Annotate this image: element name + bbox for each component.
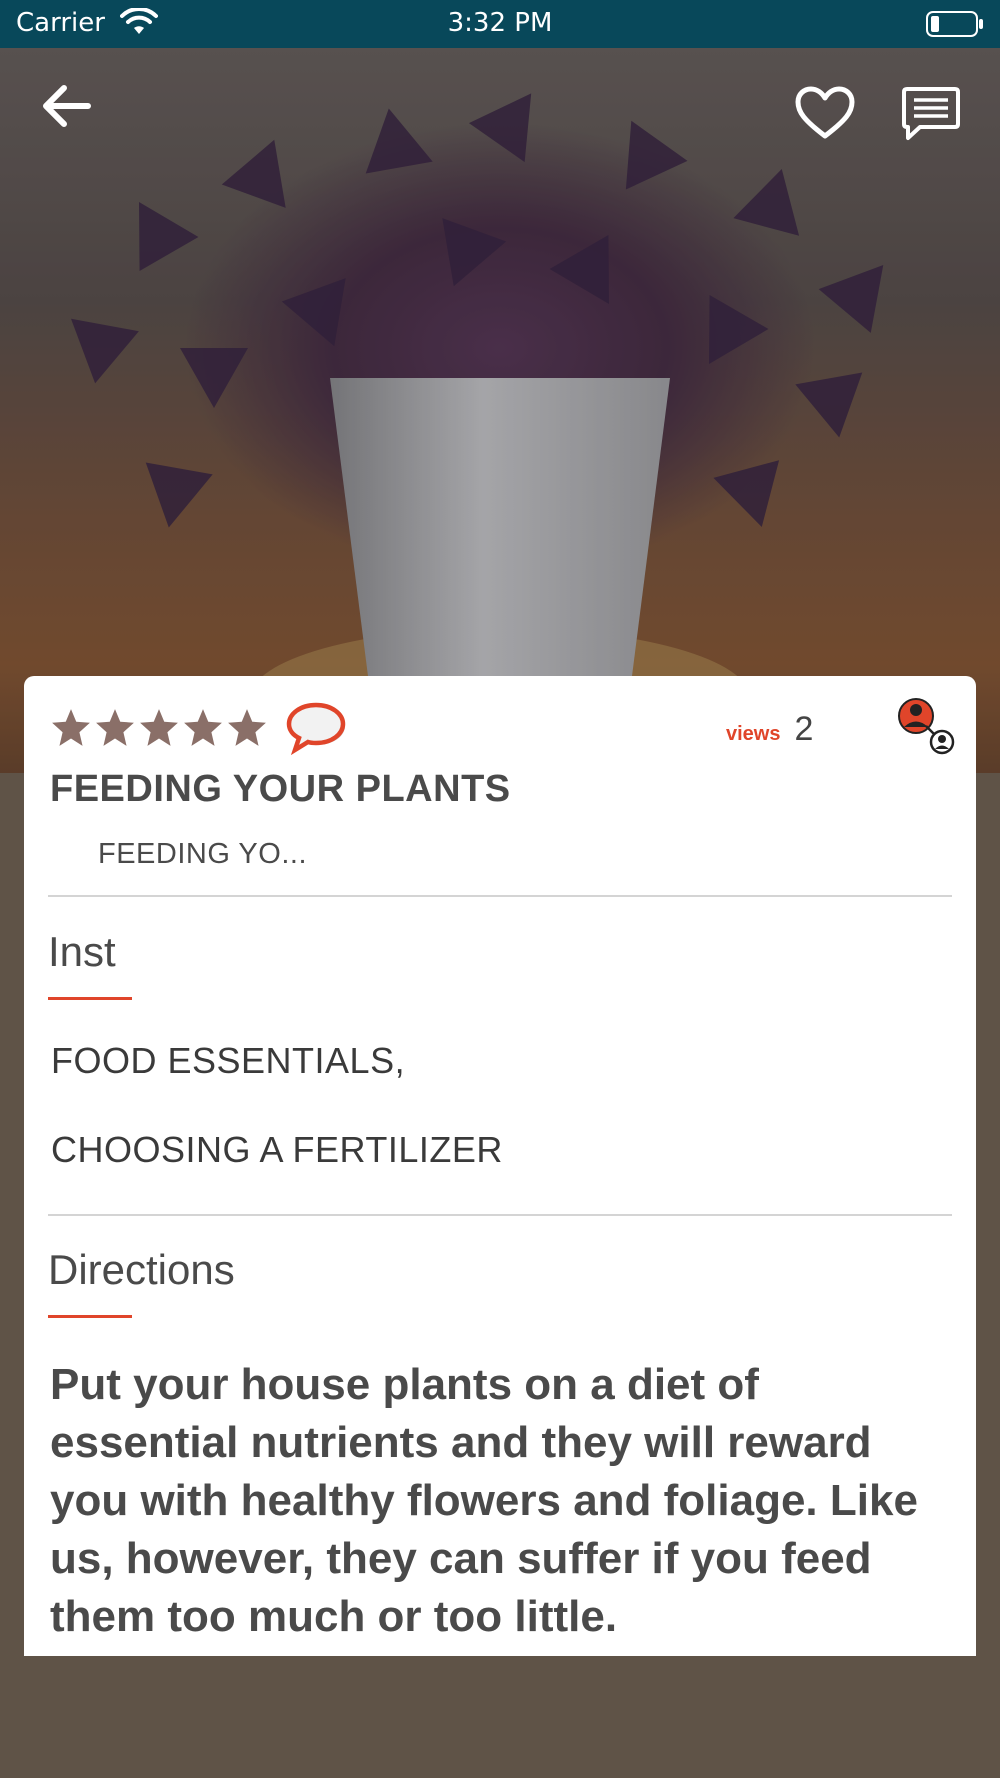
arrow-left-icon <box>43 85 91 127</box>
chat-button[interactable] <box>900 86 962 147</box>
rating[interactable] <box>50 698 348 758</box>
inst-heading: Inst <box>48 928 116 975</box>
recipe-title: FEEDING YOUR PLANTS <box>50 768 511 810</box>
recipe-card: views 2 FEEDING YOUR PLANTS FEEDING YO..… <box>24 676 976 1656</box>
star-icon[interactable] <box>182 707 224 749</box>
views-label: views <box>726 723 781 745</box>
star-icon[interactable] <box>138 707 180 749</box>
message-icon <box>902 87 960 140</box>
accent-underline <box>48 997 132 1000</box>
divider <box>48 1214 952 1216</box>
directions-text: Put your house plants on a diet of essen… <box>50 1360 918 1641</box>
inst-item: CHOOSING A FERTILIZER <box>51 1129 503 1170</box>
battery-icon <box>926 11 984 44</box>
speech-bubble-icon[interactable] <box>284 700 348 756</box>
clock: 3:32 PM <box>447 8 553 38</box>
hero-image <box>0 48 1000 773</box>
star-icon[interactable] <box>226 707 268 749</box>
directions-heading: Directions <box>48 1246 235 1293</box>
back-button[interactable] <box>38 82 92 135</box>
views-count: 2 <box>794 710 814 748</box>
heart-icon <box>795 86 855 139</box>
favorite-button[interactable] <box>794 86 856 145</box>
star-icon[interactable] <box>50 707 92 749</box>
users-icon[interactable] <box>890 696 956 758</box>
accent-underline <box>48 1315 132 1318</box>
status-bar: Carrier 3:32 PM <box>0 0 1000 48</box>
inst-item: FOOD ESSENTIALS, <box>51 1040 406 1081</box>
recipe-subtitle: FEEDING YO... <box>98 838 308 870</box>
star-icon[interactable] <box>94 707 136 749</box>
divider <box>48 895 952 897</box>
views-counter: views 2 <box>726 710 813 749</box>
